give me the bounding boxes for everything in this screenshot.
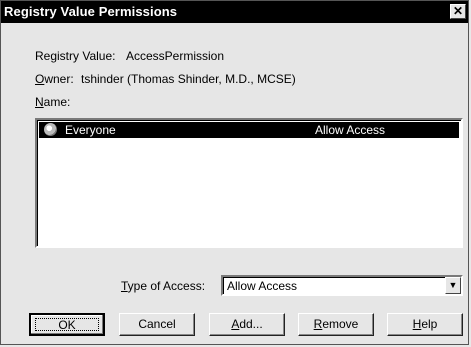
cancel-button-label: Cancel — [138, 317, 176, 331]
cancel-button[interactable]: Cancel — [119, 313, 195, 336]
globe-icon — [44, 123, 57, 136]
remove-button-label: Remove — [313, 317, 359, 331]
registry-value-permissions-dialog: Registry Value Permissions ✕ Registry Va… — [0, 0, 469, 345]
type-of-access-value: Allow Access — [227, 279, 298, 293]
chevron-down-icon: ▼ — [448, 280, 458, 290]
window-title: Registry Value Permissions — [4, 4, 178, 19]
title-bar: Registry Value Permissions ✕ — [1, 1, 468, 23]
list-item[interactable]: Everyone Allow Access — [39, 122, 459, 138]
registry-value-label: Registry Value: — [35, 49, 116, 63]
type-of-access-label: Type of Access: — [121, 279, 206, 293]
add-button-label: Add... — [231, 317, 263, 331]
remove-button[interactable]: Remove — [298, 313, 374, 336]
owner-label: Owner: — [35, 72, 74, 86]
registry-value: AccessPermission — [126, 49, 225, 63]
dropdown-arrow-button[interactable]: ▼ — [445, 277, 461, 294]
close-icon: ✕ — [452, 4, 464, 18]
name-label: Name: — [35, 95, 71, 109]
list-item-name: Everyone — [65, 123, 116, 137]
list-item-access: Allow Access — [315, 123, 386, 137]
focus-rectangle — [35, 318, 99, 331]
close-button[interactable]: ✕ — [450, 4, 466, 19]
ok-button[interactable]: OK — [29, 313, 105, 336]
owner-value: tshinder (Thomas Shinder, M.D., MCSE) — [81, 72, 296, 86]
add-button[interactable]: Add... — [209, 313, 285, 336]
help-button-label: Help — [412, 317, 438, 331]
type-of-access-dropdown[interactable]: Allow Access ▼ — [221, 275, 463, 296]
help-button[interactable]: Help — [387, 313, 463, 336]
permissions-list[interactable]: Everyone Allow Access — [35, 118, 463, 248]
